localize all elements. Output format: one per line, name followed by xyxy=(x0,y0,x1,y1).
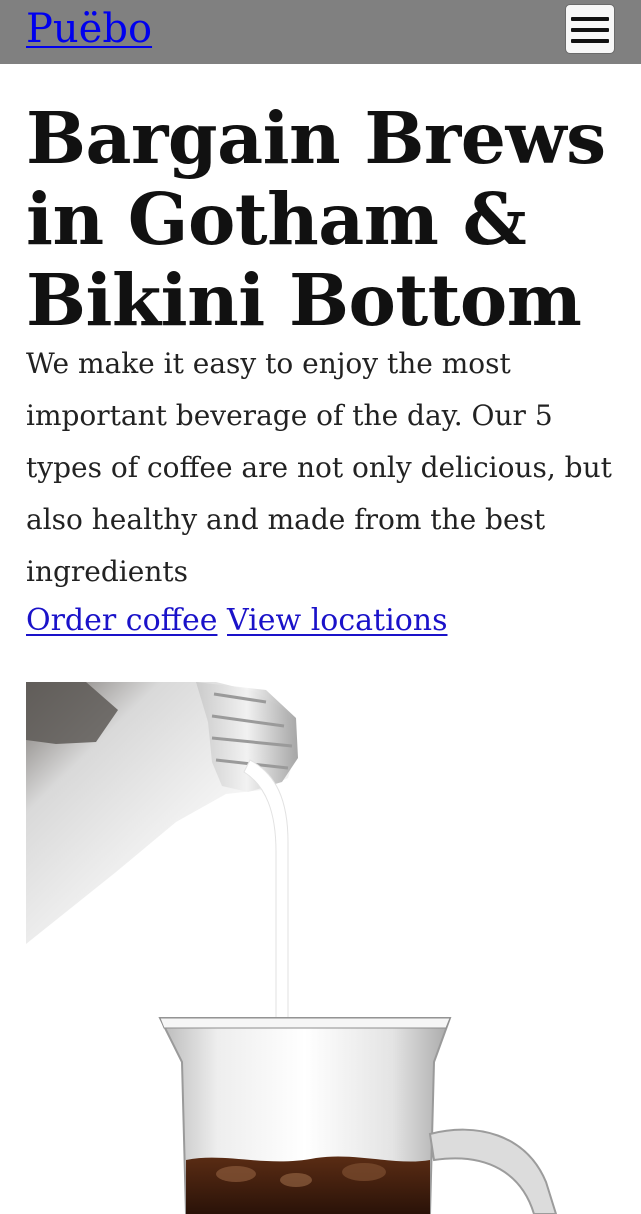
hero-image xyxy=(26,682,586,1214)
order-coffee-link[interactable]: Order coffee xyxy=(26,603,217,638)
milk-pouring-coffee-image xyxy=(26,682,558,1214)
hamburger-menu-button[interactable] xyxy=(565,4,615,54)
brand-logo-link[interactable]: Puëbo xyxy=(26,6,152,52)
view-locations-link[interactable]: View locations xyxy=(227,603,447,638)
hero-links: Order coffee View locations xyxy=(26,596,448,646)
hero-title: Bargain Brews in Gotham & Bikini Bottom xyxy=(26,96,606,342)
top-nav-bar: Puëbo xyxy=(0,0,641,64)
hero-description: We make it easy to enjoy the most import… xyxy=(26,347,612,588)
